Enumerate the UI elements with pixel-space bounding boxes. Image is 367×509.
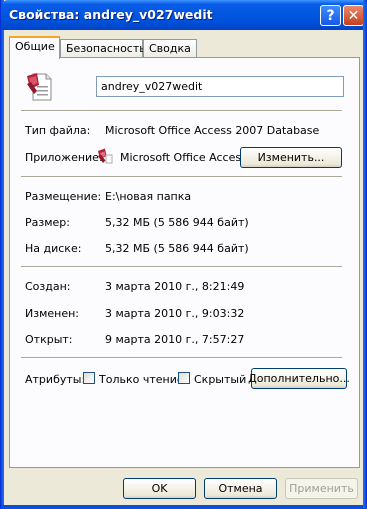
tab-general[interactable]: Общие <box>9 36 60 59</box>
separator <box>21 110 342 112</box>
separator <box>21 357 342 359</box>
advanced-button[interactable]: Дополнительно... <box>248 368 350 389</box>
window-bottom-border <box>1 505 367 509</box>
size-value: 5,32 МБ (5 586 944 байт) <box>105 216 249 229</box>
location-value: E:\новая папка <box>105 190 192 203</box>
hidden-label[interactable]: Скрытый <box>194 373 246 386</box>
close-icon: ✕ <box>347 7 360 24</box>
change-button[interactable]: Изменить... <box>240 147 342 168</box>
application-label: Приложение: <box>25 151 103 164</box>
access-database-file-icon <box>27 73 52 101</box>
modified-label: Изменен: <box>25 307 80 320</box>
access-app-icon <box>98 148 113 164</box>
change-button-label: Изменить... <box>257 151 325 164</box>
file-type-label: Тип файла: <box>25 124 91 137</box>
separator <box>21 176 342 178</box>
file-name-input[interactable]: andrey_v027wedit <box>96 76 344 97</box>
readonly-label[interactable]: Только чтение <box>99 373 184 386</box>
tab-summary-label: Сводка <box>149 42 191 55</box>
tab-general-label: Общие <box>15 40 55 53</box>
created-label: Создан: <box>25 280 71 293</box>
created-value: 3 марта 2010 г., 8:21:49 <box>105 280 245 293</box>
close-button[interactable]: ✕ <box>343 5 364 26</box>
ok-button[interactable]: OK <box>123 478 196 499</box>
file-type-value: Microsoft Office Access 2007 Database <box>105 124 320 137</box>
hidden-checkbox[interactable] <box>178 372 190 384</box>
tab-security-label: Безопасность <box>66 42 146 55</box>
apply-button[interactable]: Применить <box>285 478 358 499</box>
disk-size-value: 5,32 МБ (5 586 944 байт) <box>105 242 249 255</box>
apply-button-label: Применить <box>289 482 354 495</box>
attributes-label: Атрибуты: <box>25 373 86 386</box>
title-bar[interactable]: Свойства: andrey_v027wedit ? ✕ <box>1 0 367 30</box>
help-icon: ? <box>326 7 335 24</box>
disk-size-label: На диске: <box>25 242 82 255</box>
cancel-button-label: Отмена <box>218 482 263 495</box>
opened-value: 9 марта 2010 г., 7:57:27 <box>105 333 245 346</box>
application-value: Microsoft Office Access <box>120 151 247 164</box>
general-tab-panel <box>9 57 360 468</box>
advanced-button-label: Дополнительно... <box>248 372 350 385</box>
window-title: Свойства: andrey_v027wedit <box>9 7 213 22</box>
readonly-checkbox[interactable] <box>83 372 95 384</box>
size-label: Размер: <box>25 216 70 229</box>
location-label: Размещение: <box>25 190 102 203</box>
tab-summary[interactable]: Сводка <box>143 39 197 58</box>
modified-value: 3 марта 2010 г., 9:03:32 <box>105 307 245 320</box>
tab-security[interactable]: Безопасность <box>60 39 146 58</box>
opened-label: Открыт: <box>25 333 73 346</box>
ok-button-label: OK <box>151 482 168 495</box>
cancel-button[interactable]: Отмена <box>204 478 277 499</box>
properties-dialog: Свойства: andrey_v027wedit ? ✕ Общие Без… <box>0 0 367 509</box>
separator <box>21 266 342 268</box>
help-button[interactable]: ? <box>320 5 341 26</box>
